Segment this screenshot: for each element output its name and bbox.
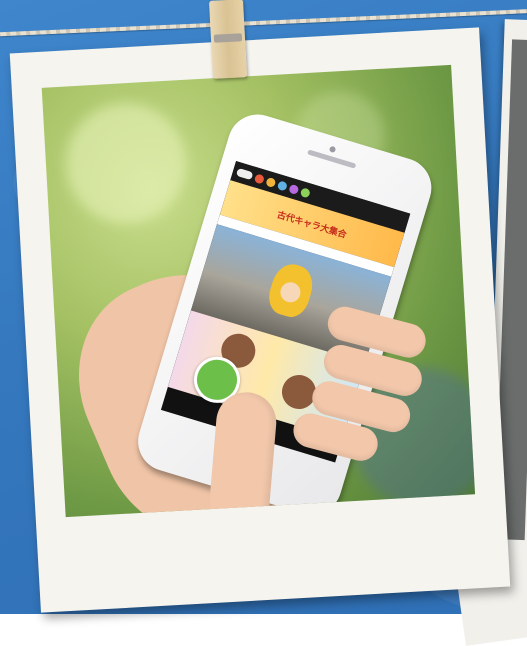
avatar-icon <box>299 186 312 198</box>
camera-icon <box>328 145 337 154</box>
menu-pill <box>235 167 254 181</box>
clothespin-icon <box>208 0 248 79</box>
avatar-icon <box>253 172 266 185</box>
polaroid-frame: 古代キャラ大集合 <box>9 27 511 613</box>
thumb <box>207 389 279 518</box>
avatar-icon <box>288 183 300 195</box>
photo: 古代キャラ大集合 <box>41 64 476 518</box>
avatar-icon <box>276 179 289 192</box>
avatar-icon <box>265 176 277 188</box>
bokeh-light <box>62 99 190 227</box>
